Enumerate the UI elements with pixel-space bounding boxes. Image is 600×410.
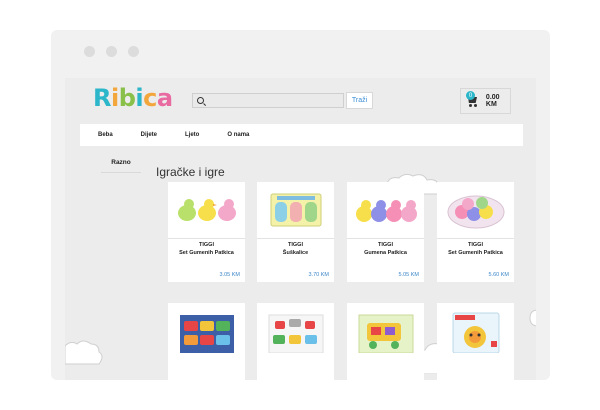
browser-window: Ribica Traži 0 0.00 KM Beba Dijete Ljeto… (51, 30, 550, 380)
product-card[interactable] (168, 303, 245, 380)
product-card[interactable] (347, 303, 424, 380)
product-name: Šuškalice (282, 250, 309, 256)
page-viewport: Ribica Traži 0 0.00 KM Beba Dijete Ljeto… (65, 78, 536, 380)
nav-item-dijete[interactable]: Dijete (141, 132, 157, 138)
page-title: Igračke i igre (156, 165, 225, 179)
window-controls (84, 46, 139, 57)
product-image (437, 182, 514, 237)
window-dot-minimize[interactable] (106, 46, 117, 57)
product-image (257, 303, 334, 353)
nav-item-beba[interactable]: Beba (98, 132, 113, 138)
product-price: 5.60 KM (488, 272, 509, 278)
product-brand: TIGGI (288, 242, 303, 248)
product-price: 5.05 KM (398, 272, 419, 278)
window-dot-maximize[interactable] (128, 46, 139, 57)
product-image (257, 182, 334, 237)
product-price: 3.05 KM (219, 272, 240, 278)
product-image (347, 182, 424, 237)
site-logo[interactable]: Ribica (93, 84, 173, 112)
main-nav: Beba Dijete Ljeto O nama (80, 124, 523, 146)
product-brand: TIGGI (199, 242, 214, 248)
cart-total: 0.00 KM (485, 94, 500, 108)
sidebar-category-razno[interactable]: Razno (101, 159, 141, 173)
nav-item-ljeto[interactable]: Ljeto (185, 132, 199, 138)
product-card[interactable]: TIGGI Set Gumenih Patkica 3.05 KM (168, 182, 245, 282)
product-card[interactable]: TIGGI Šuškalice 3.70 KM (257, 182, 334, 282)
product-card[interactable] (437, 303, 514, 380)
search-input[interactable] (208, 97, 338, 104)
product-card[interactable]: TIGGI Set Gumenih Patkica 5.60 KM (437, 182, 514, 282)
product-price: 3.70 KM (308, 272, 329, 278)
nav-item-o-nama[interactable]: O nama (227, 132, 249, 138)
cloud-decoration (65, 340, 103, 365)
cloud-decoration (529, 309, 536, 327)
cart-button[interactable]: 0 0.00 KM (460, 88, 511, 114)
product-image (168, 182, 245, 237)
product-image (437, 303, 514, 353)
search-icon (197, 97, 204, 104)
search-box (192, 93, 344, 108)
window-dot-close[interactable] (84, 46, 95, 57)
product-image (347, 303, 424, 353)
search-button[interactable]: Traži (346, 92, 373, 109)
product-brand: TIGGI (468, 242, 483, 248)
product-name: Set Gumenih Patkica (448, 250, 503, 256)
product-image (168, 303, 245, 353)
product-name: Gumena Patkica (364, 250, 407, 256)
product-card[interactable] (257, 303, 334, 380)
product-name: Set Gumenih Patkica (179, 250, 234, 256)
product-brand: TIGGI (378, 242, 393, 248)
product-card[interactable]: TIGGI Gumena Patkica 5.05 KM (347, 182, 424, 282)
cart-count-badge: 0 (466, 91, 475, 100)
